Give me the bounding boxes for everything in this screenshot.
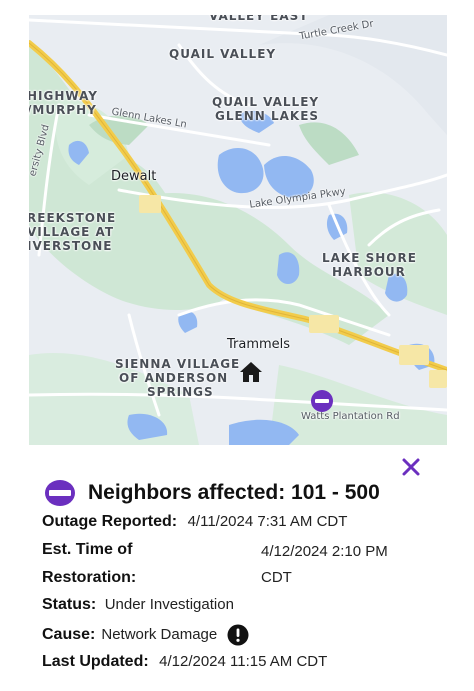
last-updated-row: Last Updated: 4/12/2024 11:15 AM CDT — [42, 652, 327, 672]
last-updated-value: 4/12/2024 11:15 AM CDT — [159, 653, 328, 670]
etr-label-line1: Est. Time of — [42, 540, 132, 560]
area-label-highway: HIGHWAY — [29, 89, 98, 103]
area-label-sienna: SIENNA VILLAGE — [115, 357, 241, 371]
alert-icon[interactable] — [227, 624, 249, 646]
place-label-trammels: Trammels — [227, 337, 291, 352]
outage-reported-label: Outage Reported: — [42, 513, 178, 530]
neighbors-affected-title: Neighbors affected: 101 - 500 — [88, 481, 380, 504]
area-label-village-at: VILLAGE AT — [29, 225, 115, 239]
cause-row: Cause: Network Damage — [42, 624, 249, 646]
outage-reported-row: Outage Reported: 4/11/2024 7:31 AM CDT — [42, 512, 347, 532]
close-button[interactable] — [398, 454, 424, 480]
outage-marker-icon — [45, 480, 75, 506]
area-label-iverstone: IVERSTONE — [29, 239, 113, 253]
cause-label: Cause: — [42, 626, 96, 643]
etr-value-line1: 4/12/2024 2:10 PM — [261, 542, 388, 562]
etr-label-line2: Restoration: — [42, 568, 136, 588]
place-label-dewalt: Dewalt — [111, 169, 157, 184]
status-label: Status: — [42, 596, 97, 613]
outage-map[interactable]: VALLEY EAST QUAIL VALLEY QUAIL VALLEY GL… — [29, 15, 447, 445]
area-label-quail-valley-glenn: QUAIL VALLEY — [212, 95, 320, 109]
outage-reported-value: 4/11/2024 7:31 AM CDT — [187, 513, 348, 530]
etr-value-2: CDT — [261, 569, 292, 586]
area-label-lake-shore: LAKE SHORE — [322, 251, 417, 265]
etr-value-line2: CDT — [261, 568, 292, 588]
area-label-creekstone: REEKSTONE — [29, 211, 117, 225]
close-icon[interactable] — [398, 454, 424, 480]
etr-value-1: 4/12/2024 2:10 PM — [261, 543, 388, 560]
status-row: Status: Under Investigation — [42, 595, 234, 615]
area-label-murphy: /MURPHY — [29, 103, 97, 117]
area-label-harbour: HARBOUR — [332, 265, 406, 279]
area-label-springs: SPRINGS — [147, 385, 214, 399]
status-value: Under Investigation — [104, 596, 234, 613]
etr-label-2: Restoration: — [42, 569, 137, 586]
outage-marker-icon[interactable] — [310, 389, 334, 413]
cause-value: Network Damage — [101, 626, 218, 643]
panel-header: Neighbors affected: 101 - 500 — [44, 478, 380, 508]
area-label-glenn-lakes: GLENN LAKES — [215, 109, 320, 123]
area-label-valley-east: VALLEY EAST — [209, 15, 309, 23]
last-updated-label: Last Updated: — [42, 653, 149, 670]
etr-label-1: Est. Time of — [42, 541, 133, 558]
area-label-quail-valley: QUAIL VALLEY — [169, 47, 277, 61]
area-label-anderson: OF ANDERSON — [119, 371, 229, 385]
home-icon[interactable] — [239, 361, 263, 383]
